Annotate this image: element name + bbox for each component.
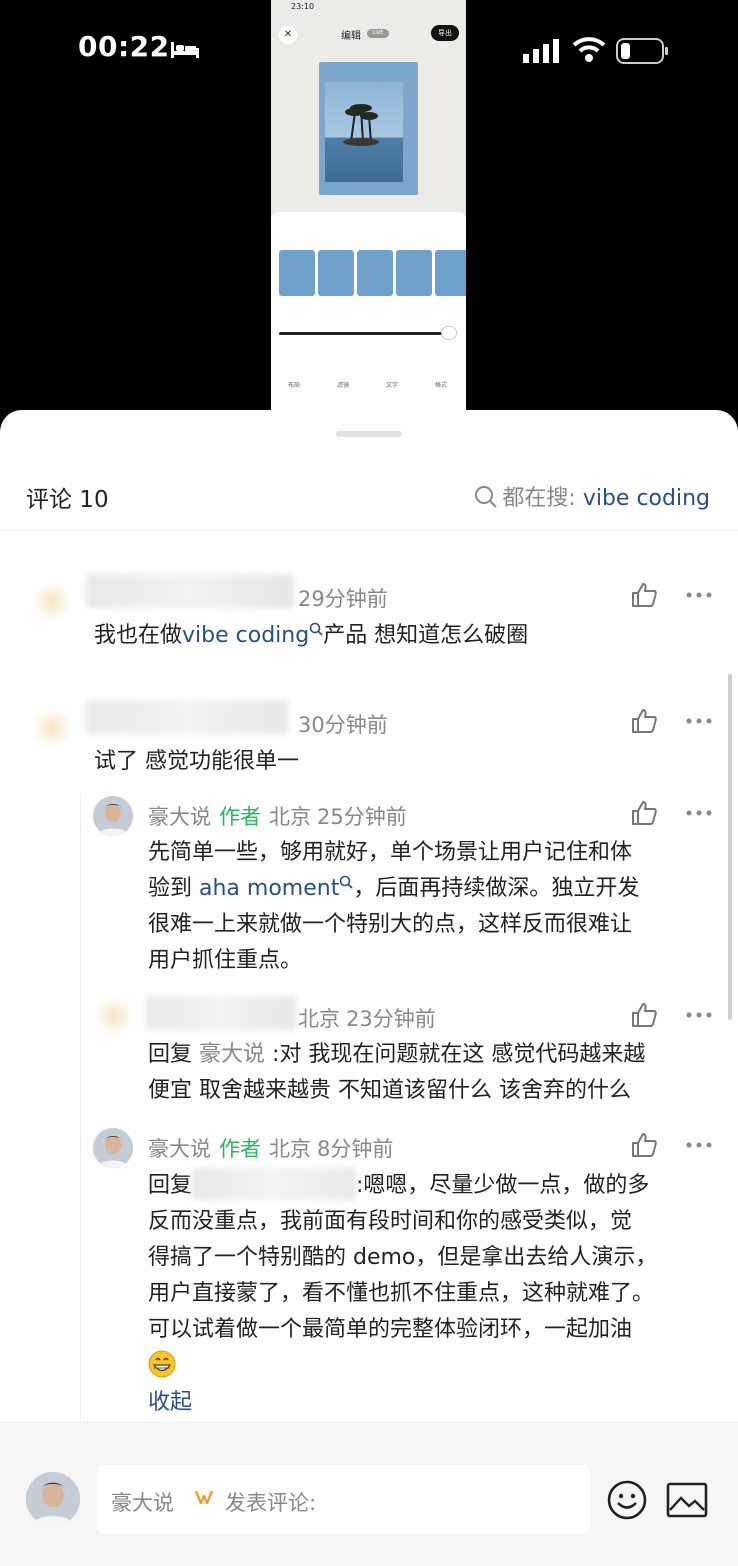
composer-placeholder: 发表评论:: [225, 1491, 317, 1515]
author-avatar[interactable]: [93, 796, 133, 836]
like-icon[interactable]: [630, 707, 658, 735]
scrollbar[interactable]: [728, 674, 732, 1020]
comment-input[interactable]: 豪大说 发表评论:: [97, 1465, 590, 1533]
avatar[interactable]: [94, 996, 134, 1036]
keyword-link[interactable]: vibe coding: [182, 623, 309, 648]
author-badge: 作者: [219, 805, 261, 829]
shot-slider-knob: [441, 326, 457, 340]
shot-photo-card: [319, 62, 418, 195]
shot-export-button: 导出: [431, 25, 459, 41]
comment-text: 我也在做vibe coding 产品 想知道怎么破圈: [94, 622, 529, 648]
composer-username: 豪大说: [111, 1491, 174, 1515]
shot-close-icon: ✕: [279, 26, 297, 44]
reply-text: 先简单一些，够用就好，单个场景让用户记住和体 验到 aha moment ，后面再…: [148, 840, 640, 973]
vip-badge-icon: [194, 1490, 214, 1505]
author-badge: 作者: [219, 1137, 261, 1161]
shot-slider: [279, 332, 457, 335]
shot-time: 23:10: [291, 2, 315, 11]
shot-thumbnail: [318, 250, 354, 296]
more-icon[interactable]: [686, 592, 712, 598]
shot-thumbnail: [396, 250, 432, 296]
search-keyword[interactable]: vibe coding: [583, 486, 710, 511]
battery-icon: [616, 38, 668, 64]
status-time: 00:22: [78, 30, 170, 63]
reply-text: 回复 豪大说 :对 我现在问题就在这 感觉代码越来越 便宜 取舍越来越贵 不知道…: [148, 1042, 646, 1103]
reply-time: 25分钟前: [317, 805, 407, 829]
like-icon[interactable]: [630, 1001, 658, 1029]
shot-title: 编辑: [341, 31, 361, 42]
more-icon[interactable]: [686, 1012, 712, 1018]
comment-text: 试了 感觉功能很单一: [94, 749, 299, 774]
sleep-bed-icon: [171, 42, 199, 58]
blurred-username: [86, 700, 288, 734]
comment-count-title: 评论 10: [26, 487, 109, 513]
like-icon[interactable]: [630, 1131, 658, 1159]
reply-location: 北京: [298, 1007, 340, 1031]
emoji-icon[interactable]: [606, 1479, 648, 1521]
shot-thumbnail: [357, 250, 393, 296]
like-icon[interactable]: [630, 581, 658, 609]
like-icon[interactable]: [630, 799, 658, 827]
reply-meta: 豪大说 作者 北京 8分钟前: [148, 1133, 393, 1163]
shared-app-screenshot: 23:10 ✕ 编辑 LIVE 导出 布局 滤镜 文字 格式: [271, 0, 466, 412]
grin-emoji-icon: [148, 1350, 176, 1378]
header-divider: [0, 530, 738, 531]
keyword-search-icon: [340, 875, 353, 889]
avatar[interactable]: [32, 582, 72, 622]
author-avatar[interactable]: [93, 1128, 133, 1168]
reply-username[interactable]: 豪大说: [148, 805, 211, 829]
more-icon[interactable]: [686, 1142, 712, 1148]
shot-tab-text: 文字: [385, 382, 398, 389]
shot-tab-format: 格式: [434, 382, 447, 389]
shot-bottom-panel: 布局 滤镜 文字 格式: [271, 212, 466, 412]
more-icon[interactable]: [686, 718, 712, 724]
shot-tab-layout: 布局: [287, 382, 300, 389]
reply-time: 23分钟前: [346, 1007, 436, 1031]
search-prefix: 都在搜:: [502, 486, 576, 511]
comment-time: 29分钟前: [298, 587, 388, 611]
reply-to-user[interactable]: 豪大说: [199, 1042, 265, 1067]
reply-thread-line: [80, 794, 81, 1434]
avatar[interactable]: [32, 708, 72, 748]
more-icon[interactable]: [686, 810, 712, 816]
search-icon: [475, 486, 498, 508]
shot-tab-filter: 滤镜: [336, 382, 349, 389]
blurred-username: [86, 574, 294, 608]
wifi-icon: [572, 37, 606, 62]
shot-thumbnail: [279, 250, 315, 296]
reply-location: 北京: [269, 805, 311, 829]
comment-sheet: 评论 10 都在搜: vibe coding 29分钟前 我也在做vibe co…: [0, 410, 738, 1566]
reply-time: 8分钟前: [317, 1137, 394, 1161]
my-avatar[interactable]: [26, 1472, 80, 1526]
comment-time: 30分钟前: [298, 713, 388, 737]
collapse-replies-button[interactable]: 收起: [148, 1384, 192, 1416]
reply-meta: 北京 23分钟前: [298, 1003, 436, 1033]
shot-thumbnail: [435, 250, 466, 296]
reply-text: 回复:嗯嗯，尽量少做一点，做的多 反而没重点，我前面有段时间和你的感受类似，觉 …: [148, 1168, 657, 1384]
sheet-drag-handle[interactable]: [336, 431, 402, 437]
trending-search-link[interactable]: 都在搜: vibe coding: [474, 480, 710, 512]
reply-username[interactable]: 豪大说: [148, 1137, 211, 1161]
blurred-reply-target: [192, 1168, 357, 1200]
image-icon[interactable]: [666, 1481, 708, 1519]
shot-live-badge: LIVE: [367, 29, 389, 38]
blurred-username: [146, 996, 296, 1030]
comment-composer-bar: 豪大说 发表评论:: [0, 1422, 738, 1566]
reply-location: 北京: [269, 1137, 311, 1161]
keyword-link[interactable]: aha moment: [199, 876, 339, 901]
reply-meta: 豪大说 作者 北京 25分钟前: [148, 801, 407, 831]
keyword-search-icon: [309, 622, 323, 636]
shot-photo: [325, 82, 403, 182]
signal-icon: [523, 39, 559, 63]
